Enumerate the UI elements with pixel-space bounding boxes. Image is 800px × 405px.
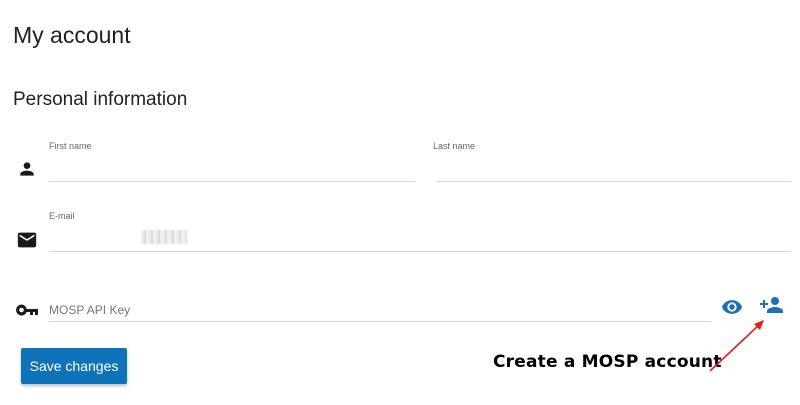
email-label: E-mail xyxy=(49,211,75,221)
first-name-label: First name xyxy=(49,141,92,151)
mosp-api-key-underline xyxy=(49,321,711,322)
page-title: My account xyxy=(13,22,131,48)
person-add-icon[interactable] xyxy=(759,295,785,317)
last-name-field[interactable]: Last name xyxy=(433,141,791,182)
email-icon xyxy=(16,229,38,251)
mosp-api-key-field[interactable] xyxy=(49,300,711,322)
key-icon xyxy=(15,300,39,320)
first-name-underline xyxy=(49,181,415,182)
annotation-text: Create a MOSP account xyxy=(493,352,722,372)
save-changes-button[interactable]: Save changes xyxy=(21,348,127,384)
person-icon xyxy=(17,159,37,179)
last-name-label: Last name xyxy=(433,141,476,151)
annotation-arrow xyxy=(709,320,764,372)
mosp-api-key-input[interactable] xyxy=(49,302,711,318)
section-title: Personal information xyxy=(13,89,188,110)
last-name-underline xyxy=(437,181,791,182)
email-underline xyxy=(49,251,791,252)
first-name-field[interactable]: First name xyxy=(49,141,415,182)
visibility-icon[interactable] xyxy=(720,296,744,318)
redacted-email-blur xyxy=(141,230,187,244)
